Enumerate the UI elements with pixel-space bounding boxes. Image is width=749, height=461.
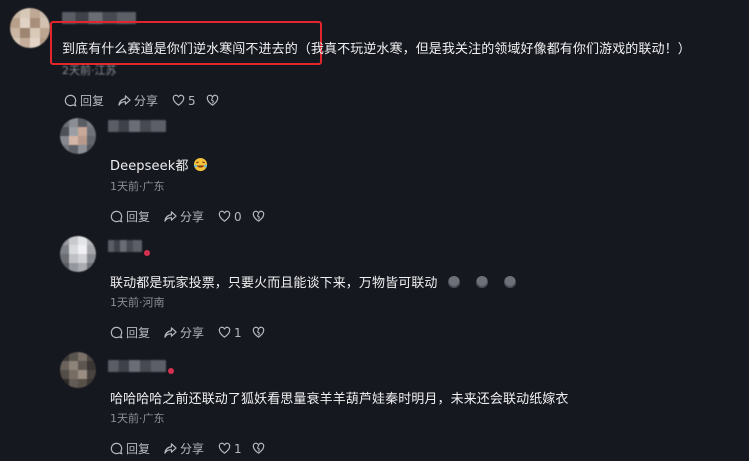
reply-icon <box>64 94 77 107</box>
username[interactable] <box>108 120 166 132</box>
broken-heart-icon <box>252 210 264 222</box>
username[interactable] <box>108 360 166 372</box>
dislike-button[interactable] <box>206 94 222 107</box>
comment-actions: 回复 分享 1 <box>110 440 268 457</box>
like-count: 1 <box>234 325 242 340</box>
share-icon <box>118 95 131 106</box>
comment-meta: 2天前·江苏 <box>62 64 117 77</box>
comment-text: 到底有什么赛道是你们逆水寒闯不进去的（我真不玩逆水寒，但是我关注的领域好像都有你… <box>62 42 691 57</box>
dislike-button[interactable] <box>252 442 268 455</box>
reply-button[interactable]: 回复 <box>110 208 150 225</box>
heart-icon <box>218 210 231 222</box>
user-badge <box>144 250 150 256</box>
comment-actions: 回复 分享 0 <box>110 208 268 225</box>
dizzy-face-emoji <box>504 276 517 288</box>
share-button[interactable]: 分享 <box>164 440 204 457</box>
dizzy-face-emoji <box>475 276 488 288</box>
comment-meta: 1天前·河南 <box>110 296 165 309</box>
heart-icon <box>172 94 185 106</box>
reply-icon <box>110 326 123 339</box>
share-button[interactable]: 分享 <box>118 92 158 109</box>
comment-text: Deepseek都 <box>110 155 208 176</box>
comment-actions: 回复 分享 5 <box>64 92 222 109</box>
heart-icon <box>218 326 231 338</box>
broken-heart-icon <box>206 94 218 106</box>
like-count: 1 <box>234 441 242 456</box>
like-button[interactable]: 0 <box>218 210 242 224</box>
reply-button[interactable]: 回复 <box>64 92 104 109</box>
share-button[interactable]: 分享 <box>164 208 204 225</box>
comment-text: 哈哈哈哈之前还联动了狐妖看思量衰羊羊葫芦娃秦时明月，未来还会联动纸嫁衣 <box>110 392 569 407</box>
dislike-button[interactable] <box>252 210 268 223</box>
like-button[interactable]: 5 <box>172 94 196 108</box>
comment-meta: 1天前·广东 <box>110 412 165 425</box>
username[interactable] <box>108 240 142 252</box>
reply-icon <box>110 442 123 455</box>
comment-text: 联动都是玩家投票，只要火而且能谈下来，万物皆可联动 <box>110 272 517 291</box>
broken-heart-icon <box>252 326 264 338</box>
user-badge <box>168 368 174 374</box>
share-icon <box>164 327 177 338</box>
like-count: 0 <box>234 209 242 224</box>
dizzy-face-emoji <box>447 276 460 288</box>
avatar[interactable] <box>60 118 96 154</box>
share-icon <box>164 443 177 454</box>
reply-icon <box>110 210 123 223</box>
reply-button[interactable]: 回复 <box>110 324 150 341</box>
comment-meta: 1天前·广东 <box>110 180 165 193</box>
heart-icon <box>218 442 231 454</box>
share-icon <box>164 211 177 222</box>
avatar[interactable] <box>60 352 96 388</box>
like-count: 5 <box>188 93 196 108</box>
dislike-button[interactable] <box>252 326 268 339</box>
broken-heart-icon <box>252 442 264 454</box>
rofl-emoji <box>193 157 208 176</box>
avatar[interactable] <box>10 8 50 48</box>
avatar[interactable] <box>60 236 96 272</box>
like-button[interactable]: 1 <box>218 326 242 340</box>
share-button[interactable]: 分享 <box>164 324 204 341</box>
reply-button[interactable]: 回复 <box>110 440 150 457</box>
like-button[interactable]: 1 <box>218 442 242 456</box>
comment-actions: 回复 分享 1 <box>110 324 268 341</box>
